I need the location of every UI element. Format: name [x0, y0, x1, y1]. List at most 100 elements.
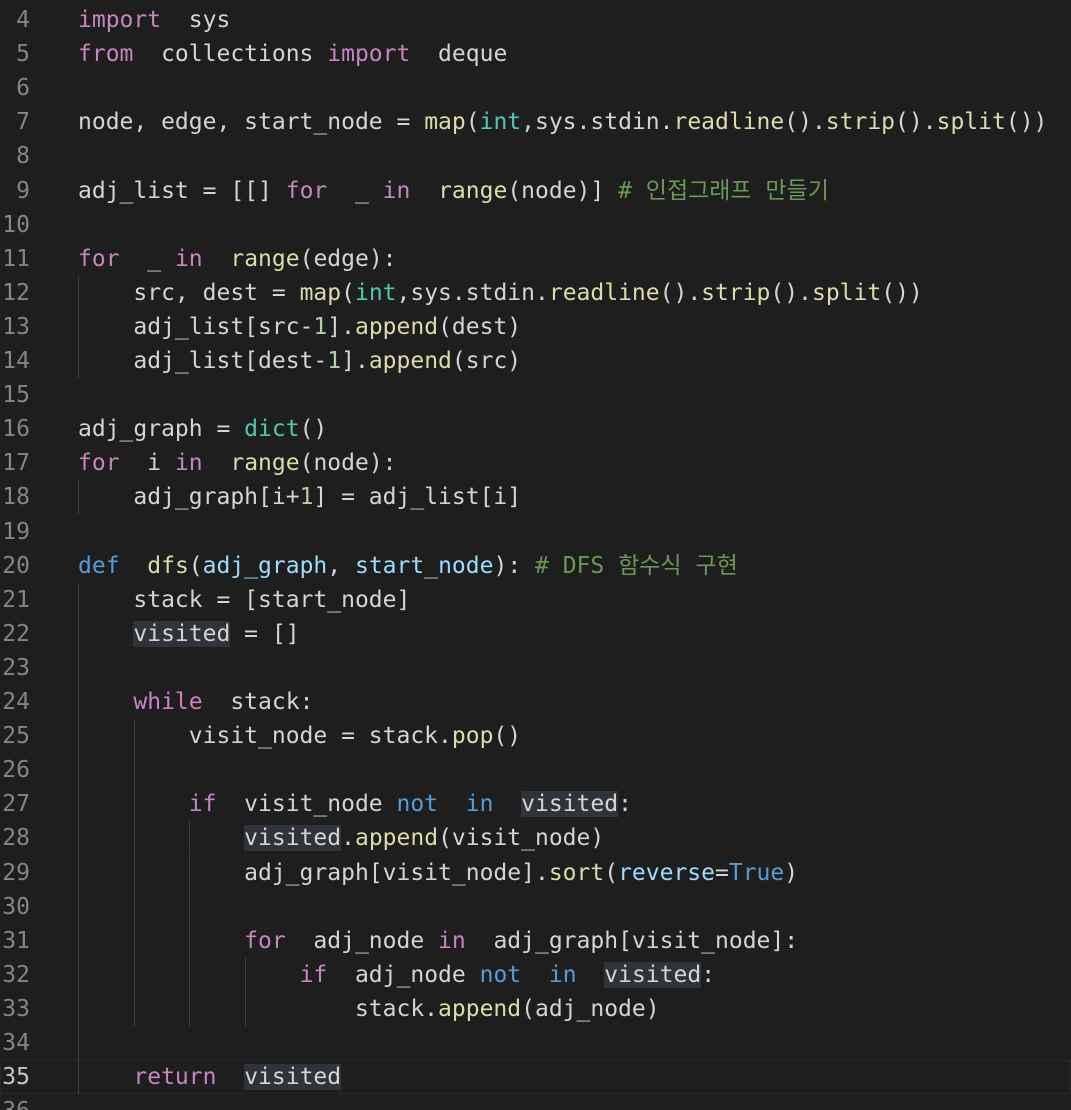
- code-token: (dest): [438, 313, 522, 340]
- code-token: append: [438, 995, 522, 1022]
- code-token: ].: [341, 348, 369, 374]
- code-line[interactable]: 8: [0, 139, 1071, 173]
- code-line[interactable]: 25 visit_node = stack.pop(): [0, 719, 1071, 754]
- code-token: adj_graph[i+: [78, 484, 300, 511]
- code-line[interactable]: 15: [0, 378, 1071, 412]
- code-line[interactable]: 32 if adj_node not in visited:: [0, 957, 1071, 992]
- code-token: stack = [start_node]: [78, 586, 411, 613]
- code-token: ): [784, 859, 799, 886]
- code-line[interactable]: 16 adj_graph = dict(): [0, 412, 1071, 446]
- code-token: range: [230, 450, 300, 477]
- code-token: (node):: [299, 450, 397, 477]
- code-token: ,sys.stdin.: [396, 279, 549, 306]
- code-token: 1: [299, 484, 314, 511]
- code-token: ()): [1005, 109, 1048, 136]
- line-number: 4: [16, 7, 30, 33]
- code-line[interactable]: 29 adj_graph[visit_node].sort(reverse=Tr…: [0, 855, 1071, 890]
- code-line[interactable]: 7 node, edge, start_node = map(int,sys.st…: [0, 105, 1071, 139]
- code-token: ,: [327, 552, 355, 579]
- code-text: adj_list = [[] for _ in range(node)] # 인…: [78, 174, 829, 208]
- line-number: 20: [2, 552, 30, 579]
- code-line[interactable]: 13 adj_list[src-1].append(dest): [0, 309, 1071, 344]
- code-line[interactable]: 24 while stack:: [0, 685, 1071, 719]
- code-line[interactable]: 35 return visited: [0, 1060, 1071, 1095]
- code-token: # DFS 함수식 구현: [535, 552, 738, 579]
- line-number: 16: [2, 416, 30, 443]
- code-token: in: [465, 791, 494, 818]
- code-line[interactable]: 31 for adj_node in adj_graph[visit_node]…: [0, 923, 1071, 958]
- code-text: if adj_node not in visited:: [78, 958, 715, 992]
- code-token: deque: [410, 41, 508, 68]
- code-line[interactable]: 12 src, dest = map(int,sys.stdin.readlin…: [0, 275, 1071, 310]
- code-token: (): [299, 416, 328, 443]
- code-line[interactable]: 4 import sys: [0, 3, 1071, 37]
- code-token: not: [479, 961, 522, 988]
- code-line[interactable]: 34: [0, 1026, 1071, 1060]
- code-token: ] = adj_list[i]: [313, 484, 522, 511]
- code-line[interactable]: 5 from collections import deque: [0, 37, 1071, 71]
- code-token: pop: [451, 723, 494, 750]
- code-line[interactable]: 17 for i in range(node):: [0, 446, 1071, 480]
- code-line[interactable]: 14 adj_list[dest-1].append(src): [0, 344, 1071, 378]
- code-line[interactable]: 28 visited.append(visit_node): [0, 821, 1071, 856]
- indent-guide: [78, 889, 79, 924]
- line-number: 35: [2, 1064, 30, 1091]
- code-text: node, edge, start_node = map(int,sys.std…: [78, 105, 1047, 139]
- code-token: visit_node: [216, 791, 397, 818]
- line-number: 31: [2, 927, 30, 954]
- indent-guide: [78, 753, 79, 788]
- line-number: 28: [2, 825, 30, 852]
- code-line[interactable]: 9 adj_list = [[] for _ in range(node)] # …: [0, 174, 1071, 208]
- code-line[interactable]: 33 stack.append(adj_node): [0, 991, 1071, 1026]
- line-number: 19: [2, 518, 30, 545]
- code-line[interactable]: 26: [0, 753, 1071, 788]
- code-token: range: [438, 177, 508, 204]
- code-token: not: [396, 791, 439, 818]
- code-text: stack = [start_node]: [78, 583, 410, 617]
- code-line[interactable]: 6: [0, 71, 1071, 105]
- code-token: ):: [493, 552, 536, 579]
- code-line[interactable]: 11 for _ in range(edge):: [0, 242, 1071, 276]
- code-line[interactable]: 18 adj_graph[i+1] = adj_list[i]: [0, 480, 1071, 515]
- code-token: in: [174, 245, 203, 272]
- code-line[interactable]: 30: [0, 889, 1071, 924]
- code-token: visited: [133, 620, 231, 647]
- code-token: for: [244, 927, 286, 954]
- code-token: start_node: [354, 552, 494, 579]
- code-token: adj_list[dest-: [78, 348, 328, 374]
- code-token: adj_graph: [202, 552, 328, 579]
- code-line[interactable]: 19: [0, 515, 1071, 549]
- code-token: True: [728, 859, 785, 886]
- code-editor[interactable]: 4 import sys 5 from collections import dequ…: [0, 0, 1071, 1110]
- code-token: ().: [659, 279, 702, 306]
- code-line[interactable]: 22 visited = []: [0, 616, 1071, 651]
- code-token: split: [811, 279, 882, 306]
- code-token: in: [382, 177, 411, 204]
- line-number: 12: [2, 279, 30, 306]
- code-token: sort: [548, 859, 605, 886]
- code-token: visited: [521, 791, 619, 818]
- line-number: 15: [2, 382, 30, 409]
- code-token: in: [438, 927, 466, 954]
- line-number: 14: [2, 348, 30, 374]
- code-line[interactable]: 36: [0, 1094, 1071, 1110]
- code-line[interactable]: 23: [0, 650, 1071, 685]
- line-number: 25: [2, 723, 30, 750]
- code-token: :: [701, 961, 716, 988]
- code-text: adj_list[src-1].append(dest): [78, 310, 521, 344]
- code-line[interactable]: 20 def dfs(adj_graph, start_node): # DFS …: [0, 549, 1071, 583]
- code-line[interactable]: 10: [0, 208, 1071, 242]
- code-line[interactable]: 27 if visit_node not in visited:: [0, 787, 1071, 822]
- code-text: adj_graph = dict(): [78, 412, 327, 446]
- code-token: (: [604, 859, 619, 886]
- code-token: 1: [327, 348, 342, 374]
- code-line[interactable]: 21 stack = [start_node]: [0, 582, 1071, 617]
- indent-guide: [189, 889, 191, 924]
- code-text: src, dest = map(int,sys.stdin.readline()…: [78, 276, 922, 310]
- indent-guide: [78, 1026, 79, 1060]
- code-token: strip: [701, 279, 771, 306]
